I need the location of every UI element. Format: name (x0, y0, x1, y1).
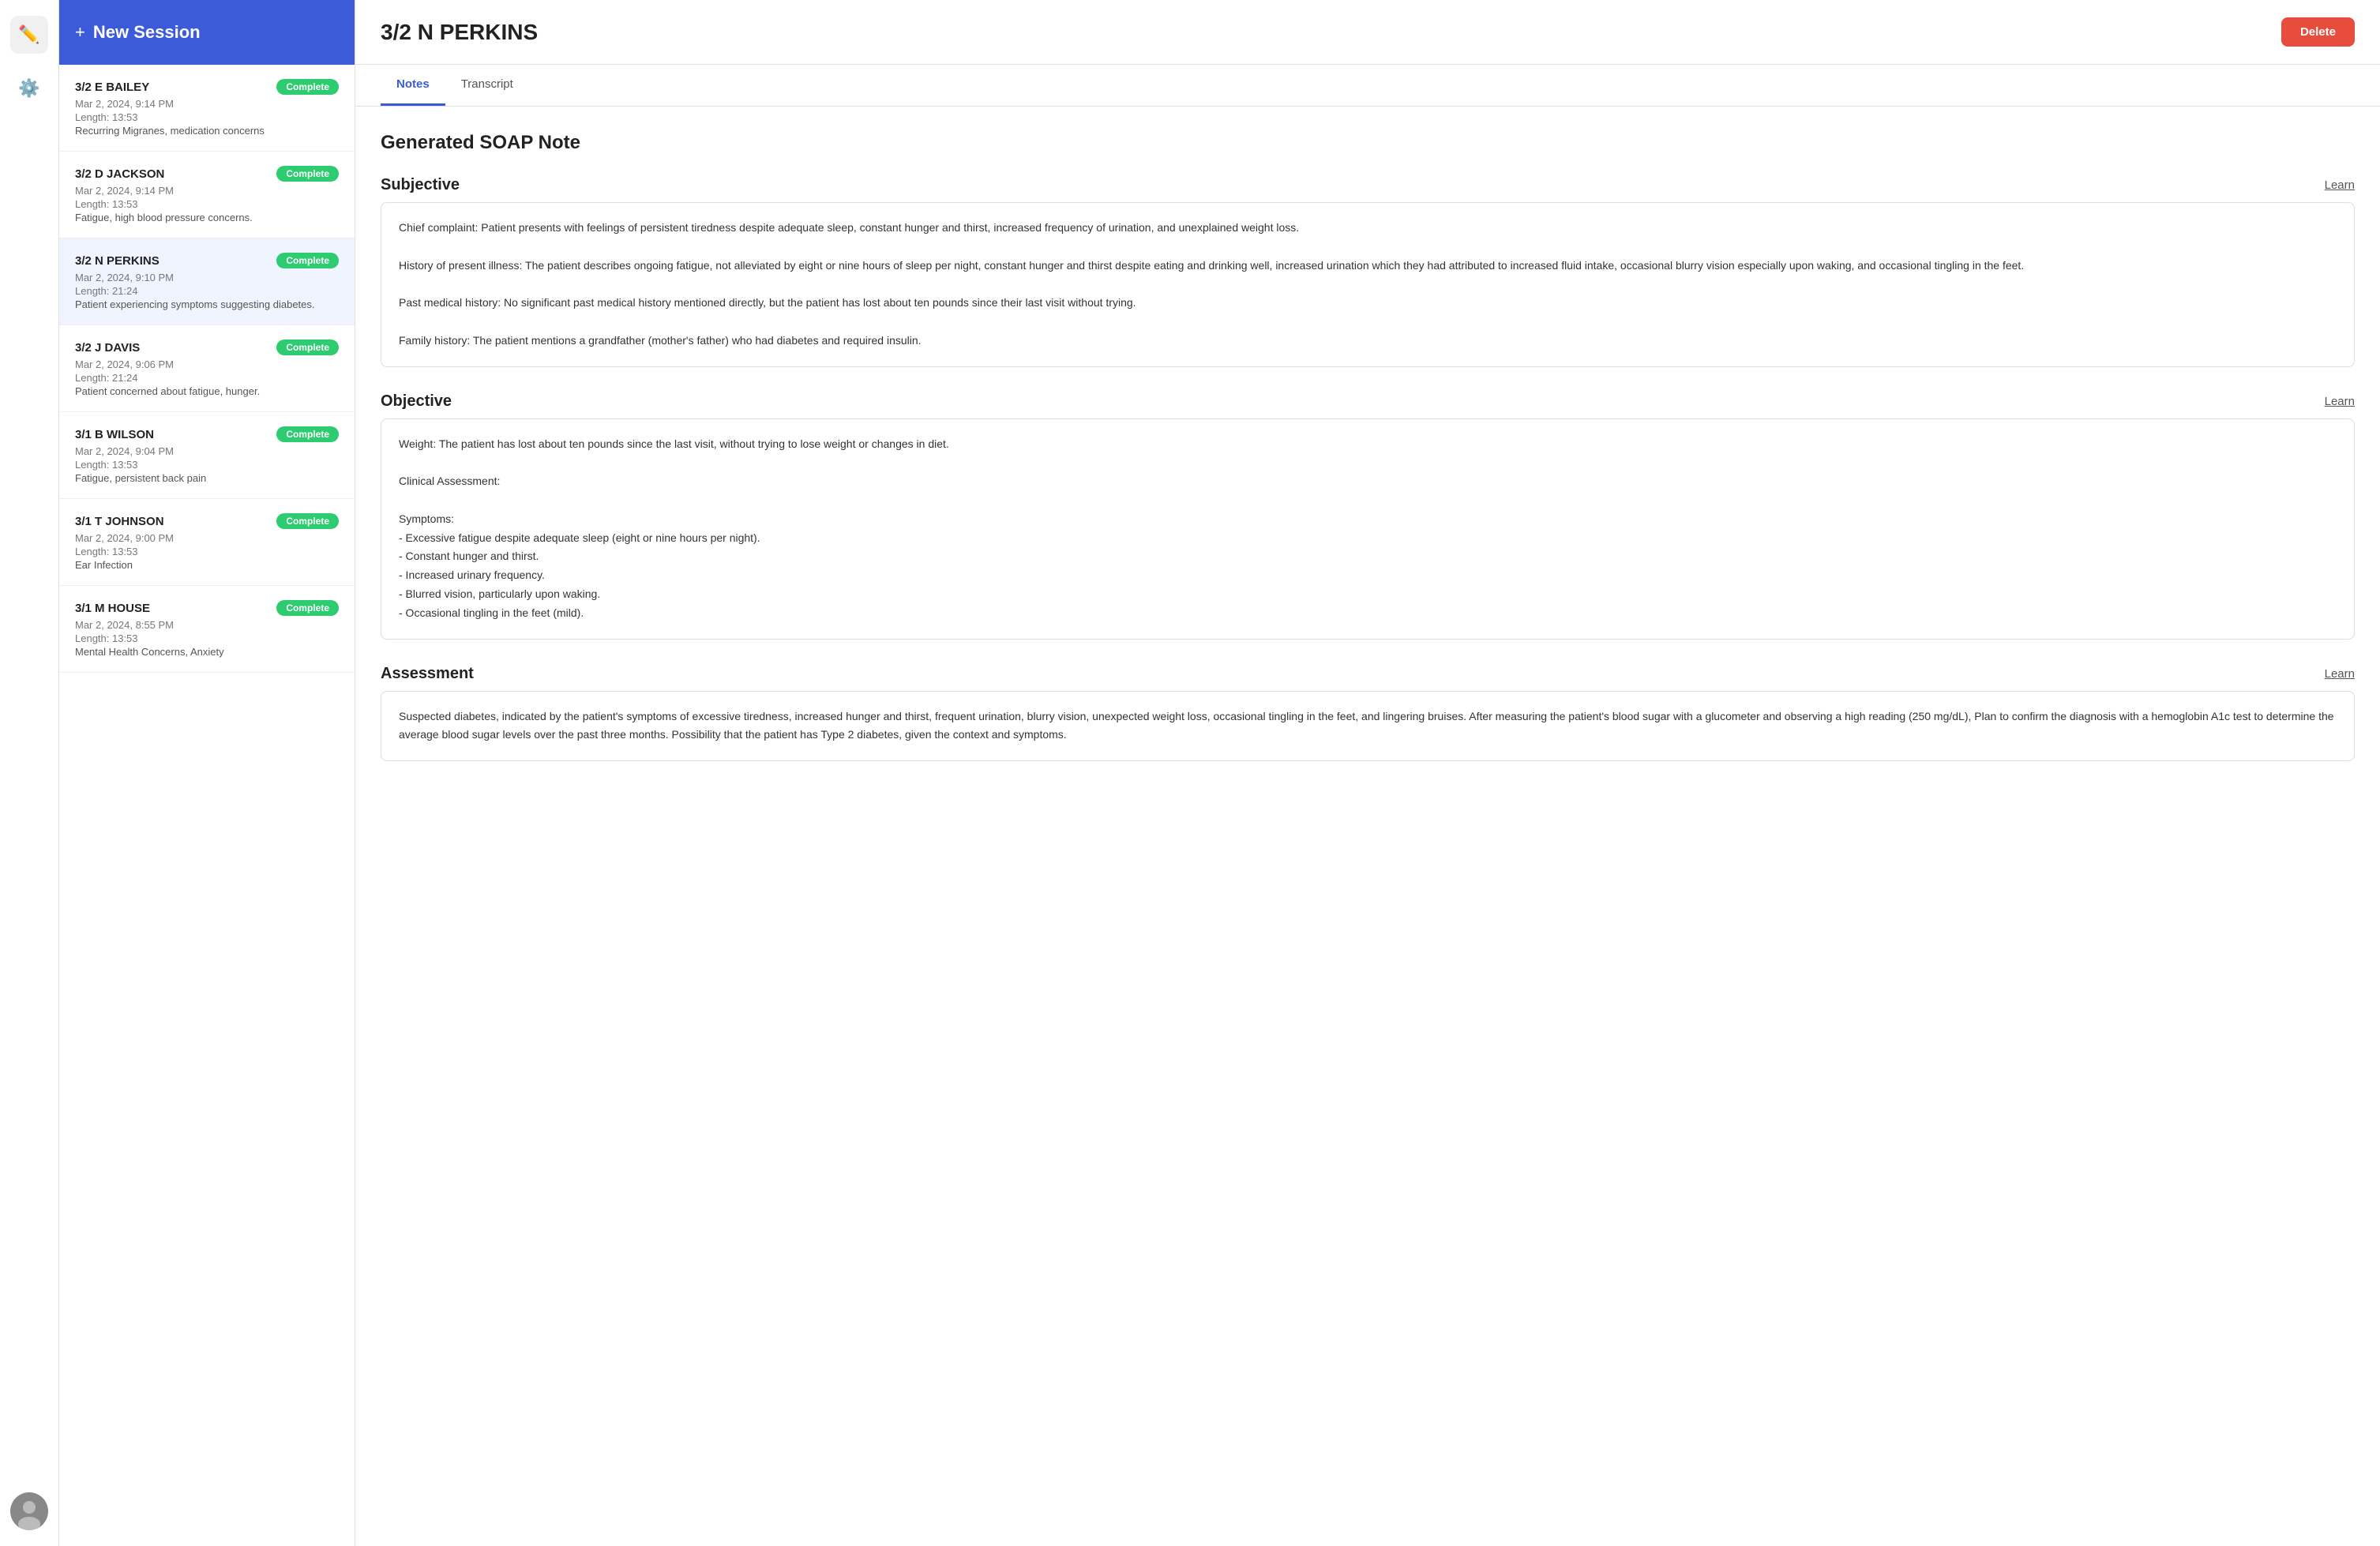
status-badge: Complete (276, 426, 339, 442)
session-date: Mar 2, 2024, 9:00 PM (75, 532, 339, 544)
soap-section-header-subjective: Subjective Learn (381, 176, 2355, 194)
main-content: 3/2 N PERKINS Delete Notes Transcript Ge… (355, 0, 2380, 1546)
tab-transcript[interactable]: Transcript (445, 65, 529, 106)
session-name: 3/2 E BAILEY (75, 81, 149, 94)
session-date: Mar 2, 2024, 9:14 PM (75, 185, 339, 197)
avatar[interactable] (10, 1492, 48, 1530)
plus-icon: + (75, 22, 85, 43)
status-badge: Complete (276, 600, 339, 616)
soap-assessment-title: Assessment (381, 665, 474, 683)
session-length: Length: 13:53 (75, 632, 339, 644)
icon-bar: ✏️ ⚙️ (0, 0, 59, 1546)
session-description: Fatigue, high blood pressure concerns. (75, 212, 339, 223)
session-description: Recurring Migranes, medication concerns (75, 125, 339, 137)
session-name: 3/2 J DAVIS (75, 341, 140, 355)
soap-title: Generated SOAP Note (381, 132, 2355, 154)
soap-section-header-assessment: Assessment Learn (381, 665, 2355, 683)
soap-section-objective: Objective Learn Weight: The patient has … (381, 392, 2355, 640)
session-length: Length: 21:24 (75, 372, 339, 384)
session-length: Length: 13:53 (75, 546, 339, 557)
session-item-perkins[interactable]: 3/2 N PERKINS Complete Mar 2, 2024, 9:10… (59, 238, 355, 325)
session-date: Mar 2, 2024, 8:55 PM (75, 619, 339, 631)
main-header: 3/2 N PERKINS Delete (355, 0, 2380, 65)
session-item-house[interactable]: 3/1 M HOUSE Complete Mar 2, 2024, 8:55 P… (59, 586, 355, 673)
delete-button[interactable]: Delete (2281, 17, 2355, 47)
new-session-button[interactable]: + New Session (59, 0, 355, 65)
session-description: Ear Infection (75, 559, 339, 571)
status-badge: Complete (276, 79, 339, 95)
session-item-johnson[interactable]: 3/1 T JOHNSON Complete Mar 2, 2024, 9:00… (59, 499, 355, 586)
soap-objective-title: Objective (381, 392, 452, 411)
edit-icon: ✏️ (18, 24, 39, 45)
soap-objective-content: Weight: The patient has lost about ten p… (381, 418, 2355, 640)
status-badge: Complete (276, 253, 339, 268)
session-item-wilson[interactable]: 3/1 B WILSON Complete Mar 2, 2024, 9:04 … (59, 412, 355, 499)
session-item-jackson[interactable]: 3/2 D JACKSON Complete Mar 2, 2024, 9:14… (59, 152, 355, 238)
session-name: 3/2 N PERKINS (75, 254, 160, 268)
session-item-davis[interactable]: 3/2 J DAVIS Complete Mar 2, 2024, 9:06 P… (59, 325, 355, 412)
learn-button-subjective[interactable]: Learn (2325, 178, 2355, 192)
session-description: Mental Health Concerns, Anxiety (75, 646, 339, 658)
edit-icon-button[interactable]: ✏️ (10, 16, 48, 54)
session-description: Fatigue, persistent back pain (75, 472, 339, 484)
soap-section-subjective: Subjective Learn Chief complaint: Patien… (381, 176, 2355, 367)
page-title: 3/2 N PERKINS (381, 20, 538, 45)
soap-section-header-objective: Objective Learn (381, 392, 2355, 411)
session-name: 3/1 T JOHNSON (75, 515, 164, 528)
status-badge: Complete (276, 166, 339, 182)
tab-notes[interactable]: Notes (381, 65, 445, 106)
session-name: 3/1 B WILSON (75, 428, 154, 441)
session-item-bailey[interactable]: 3/2 E BAILEY Complete Mar 2, 2024, 9:14 … (59, 65, 355, 152)
soap-section-assessment: Assessment Learn Suspected diabetes, ind… (381, 665, 2355, 762)
session-date: Mar 2, 2024, 9:06 PM (75, 358, 339, 370)
session-name: 3/1 M HOUSE (75, 602, 150, 615)
soap-assessment-content: Suspected diabetes, indicated by the pat… (381, 691, 2355, 762)
status-badge: Complete (276, 513, 339, 529)
soap-subjective-title: Subjective (381, 176, 460, 194)
session-length: Length: 13:53 (75, 198, 339, 210)
new-session-label: New Session (93, 22, 201, 43)
session-length: Length: 13:53 (75, 111, 339, 123)
session-description: Patient experiencing symptoms suggesting… (75, 298, 339, 310)
session-date: Mar 2, 2024, 9:10 PM (75, 272, 339, 283)
status-badge: Complete (276, 340, 339, 355)
soap-body: Generated SOAP Note Subjective Learn Chi… (355, 107, 2380, 1546)
session-date: Mar 2, 2024, 9:14 PM (75, 98, 339, 110)
session-length: Length: 21:24 (75, 285, 339, 297)
session-length: Length: 13:53 (75, 459, 339, 471)
session-list: 3/2 E BAILEY Complete Mar 2, 2024, 9:14 … (59, 65, 355, 1546)
session-name: 3/2 D JACKSON (75, 167, 164, 181)
settings-icon-button[interactable]: ⚙️ (10, 69, 48, 107)
soap-subjective-content: Chief complaint: Patient presents with f… (381, 202, 2355, 367)
gear-icon: ⚙️ (18, 78, 39, 99)
tab-bar: Notes Transcript (355, 65, 2380, 107)
session-description: Patient concerned about fatigue, hunger. (75, 385, 339, 397)
learn-button-objective[interactable]: Learn (2325, 395, 2355, 408)
learn-button-assessment[interactable]: Learn (2325, 667, 2355, 681)
session-date: Mar 2, 2024, 9:04 PM (75, 445, 339, 457)
